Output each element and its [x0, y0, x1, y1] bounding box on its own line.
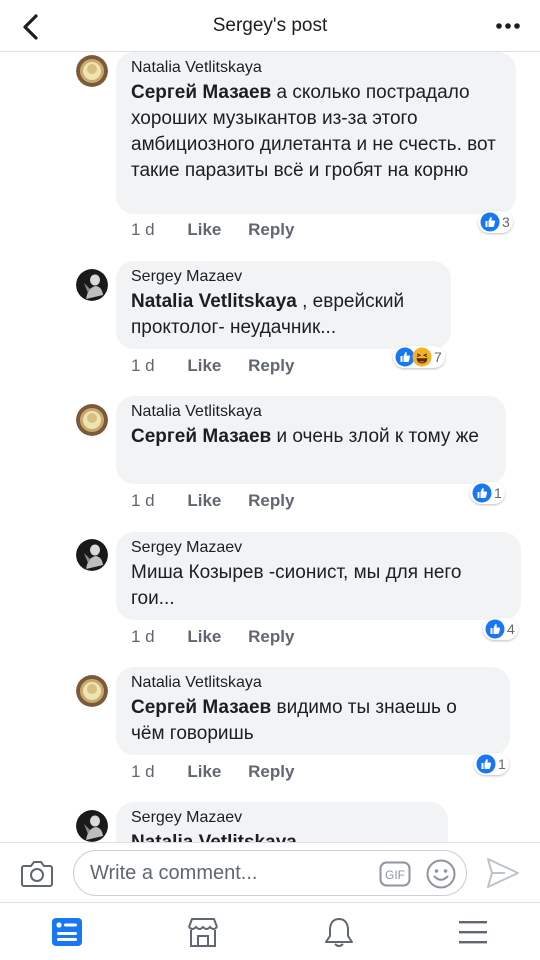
send-icon	[487, 858, 519, 888]
comment-text: Natalia Vetlitskaya , еврейский проктоло…	[131, 289, 435, 341]
tab-news-feed[interactable]	[49, 915, 85, 949]
more-dots-icon	[496, 23, 520, 29]
emoji-button[interactable]	[425, 858, 457, 890]
comment-mention[interactable]: Natalia Vetlitskaya	[131, 291, 297, 312]
comment-time: 1 d	[131, 627, 155, 646]
comment-list: Natalia Vetlitskaya Сергей Мазаев а скол…	[0, 52, 540, 842]
comment-bubble[interactable]: Sergey Mazaev Natalia Vetlitskaya , ...	[116, 802, 448, 842]
comment-bubble[interactable]: Sergey Mazaev Natalia Vetlitskaya , евре…	[116, 261, 451, 349]
reaction-count: 1	[498, 756, 506, 772]
comment-actions: 1 d Like Reply	[131, 356, 294, 376]
comment-text: Миша Козырев -сионист, мы для него гои..…	[131, 560, 505, 612]
comment-time: 1 d	[131, 762, 155, 781]
comment-bubble[interactable]: Natalia Vetlitskaya Сергей Мазаев а скол…	[116, 52, 516, 214]
comment-mention[interactable]: Сергей Мазаев	[131, 82, 271, 103]
comment-composer: GIF	[0, 842, 540, 902]
gif-label: GIF	[385, 868, 405, 882]
like-reaction-icon	[485, 619, 505, 639]
comment-actions: 1 d Like Reply	[131, 491, 294, 511]
comment-text: Сергей Мазаев и очень злой к тому же	[131, 424, 490, 450]
top-bar: Sergey's post	[0, 0, 540, 52]
reaction-summary[interactable]: 1	[470, 482, 505, 504]
like-button[interactable]: Like	[187, 762, 221, 782]
reaction-summary[interactable]: 1	[474, 753, 509, 775]
comment-time: 1 d	[131, 220, 155, 239]
page-title: Sergey's post	[212, 15, 328, 36]
comment-text: Natalia Vetlitskaya , ...	[131, 830, 432, 842]
comment-bubble[interactable]: Natalia Vetlitskaya Сергей Мазаев видимо…	[116, 667, 510, 755]
tab-menu[interactable]	[455, 915, 491, 949]
like-reaction-icon	[480, 212, 500, 232]
like-reaction-icon	[472, 483, 492, 503]
like-button[interactable]: Like	[187, 627, 221, 647]
reply-button[interactable]: Reply	[248, 220, 294, 240]
reaction-count: 7	[434, 349, 442, 365]
comment-actions: 1 d Like Reply	[131, 627, 294, 647]
reply-button[interactable]: Reply	[248, 627, 294, 647]
comment-author[interactable]: Sergey Mazaev	[131, 538, 505, 558]
comment-input-box[interactable]: GIF	[73, 850, 467, 896]
camera-button[interactable]	[20, 857, 54, 889]
more-options-button[interactable]	[494, 12, 522, 40]
menu-icon	[459, 921, 487, 944]
reaction-count: 4	[507, 621, 515, 637]
comment-bubble[interactable]: Natalia Vetlitskaya Сергей Мазаев и очен…	[116, 396, 506, 484]
news-feed-icon	[52, 918, 82, 946]
comment-author[interactable]: Natalia Vetlitskaya	[131, 58, 500, 78]
comment-actions: 1 d Like Reply	[131, 762, 294, 782]
reaction-count: 1	[494, 485, 502, 501]
comment-body: , ...	[297, 832, 328, 842]
like-button[interactable]: Like	[187, 220, 221, 240]
notifications-icon	[325, 918, 353, 947]
avatar[interactable]	[76, 539, 108, 571]
haha-reaction-icon	[412, 347, 432, 367]
gif-button[interactable]: GIF	[379, 861, 411, 887]
reaction-count: 3	[502, 214, 510, 230]
app-screen: Sergey's post Natalia Vetlitskaya Сергей…	[0, 0, 540, 960]
comment-mention[interactable]: Сергей Мазаев	[131, 697, 271, 718]
camera-icon	[21, 861, 53, 887]
marketplace-icon	[188, 918, 218, 947]
avatar[interactable]	[76, 55, 108, 87]
gif-icon: GIF	[379, 861, 411, 887]
avatar[interactable]	[76, 269, 108, 301]
comment-author[interactable]: Natalia Vetlitskaya	[131, 402, 490, 422]
comment-input[interactable]	[90, 851, 370, 895]
reaction-summary[interactable]: 7	[393, 346, 445, 368]
comment-bubble[interactable]: Sergey Mazaev Миша Козырев -сионист, мы …	[116, 532, 521, 620]
like-button[interactable]: Like	[187, 491, 221, 511]
like-reaction-icon	[476, 754, 496, 774]
comment-mention[interactable]: Сергей Мазаев	[131, 426, 271, 447]
emoji-icon	[426, 859, 456, 889]
comment-author[interactable]: Natalia Vetlitskaya	[131, 673, 494, 693]
comment-body: и очень злой к тому же	[271, 426, 479, 447]
bottom-nav	[0, 902, 540, 960]
tab-notifications[interactable]	[321, 915, 357, 949]
reply-button[interactable]: Reply	[248, 762, 294, 782]
comment-time: 1 d	[131, 356, 155, 375]
avatar[interactable]	[76, 404, 108, 436]
comment-text: Сергей Мазаев а сколько пострадало хорош…	[131, 80, 500, 184]
comment-author[interactable]: Sergey Mazaev	[131, 808, 432, 828]
reaction-summary[interactable]: 3	[478, 211, 513, 233]
like-button[interactable]: Like	[187, 356, 221, 376]
reaction-summary[interactable]: 4	[483, 618, 518, 640]
comment-mention[interactable]: Natalia Vetlitskaya	[131, 832, 297, 842]
comment-author[interactable]: Sergey Mazaev	[131, 267, 435, 287]
send-button[interactable]	[485, 856, 521, 890]
avatar[interactable]	[76, 810, 108, 842]
tab-marketplace[interactable]	[185, 915, 221, 949]
comment-time: 1 d	[131, 491, 155, 510]
comment-actions: 1 d Like Reply	[131, 220, 294, 240]
comment-body: Миша Козырев -сионист, мы для него гои..…	[131, 562, 462, 609]
avatar[interactable]	[76, 675, 108, 707]
comment-text: Сергей Мазаев видимо ты знаешь о чём гов…	[131, 695, 494, 747]
reply-button[interactable]: Reply	[248, 491, 294, 511]
reply-button[interactable]: Reply	[248, 356, 294, 376]
